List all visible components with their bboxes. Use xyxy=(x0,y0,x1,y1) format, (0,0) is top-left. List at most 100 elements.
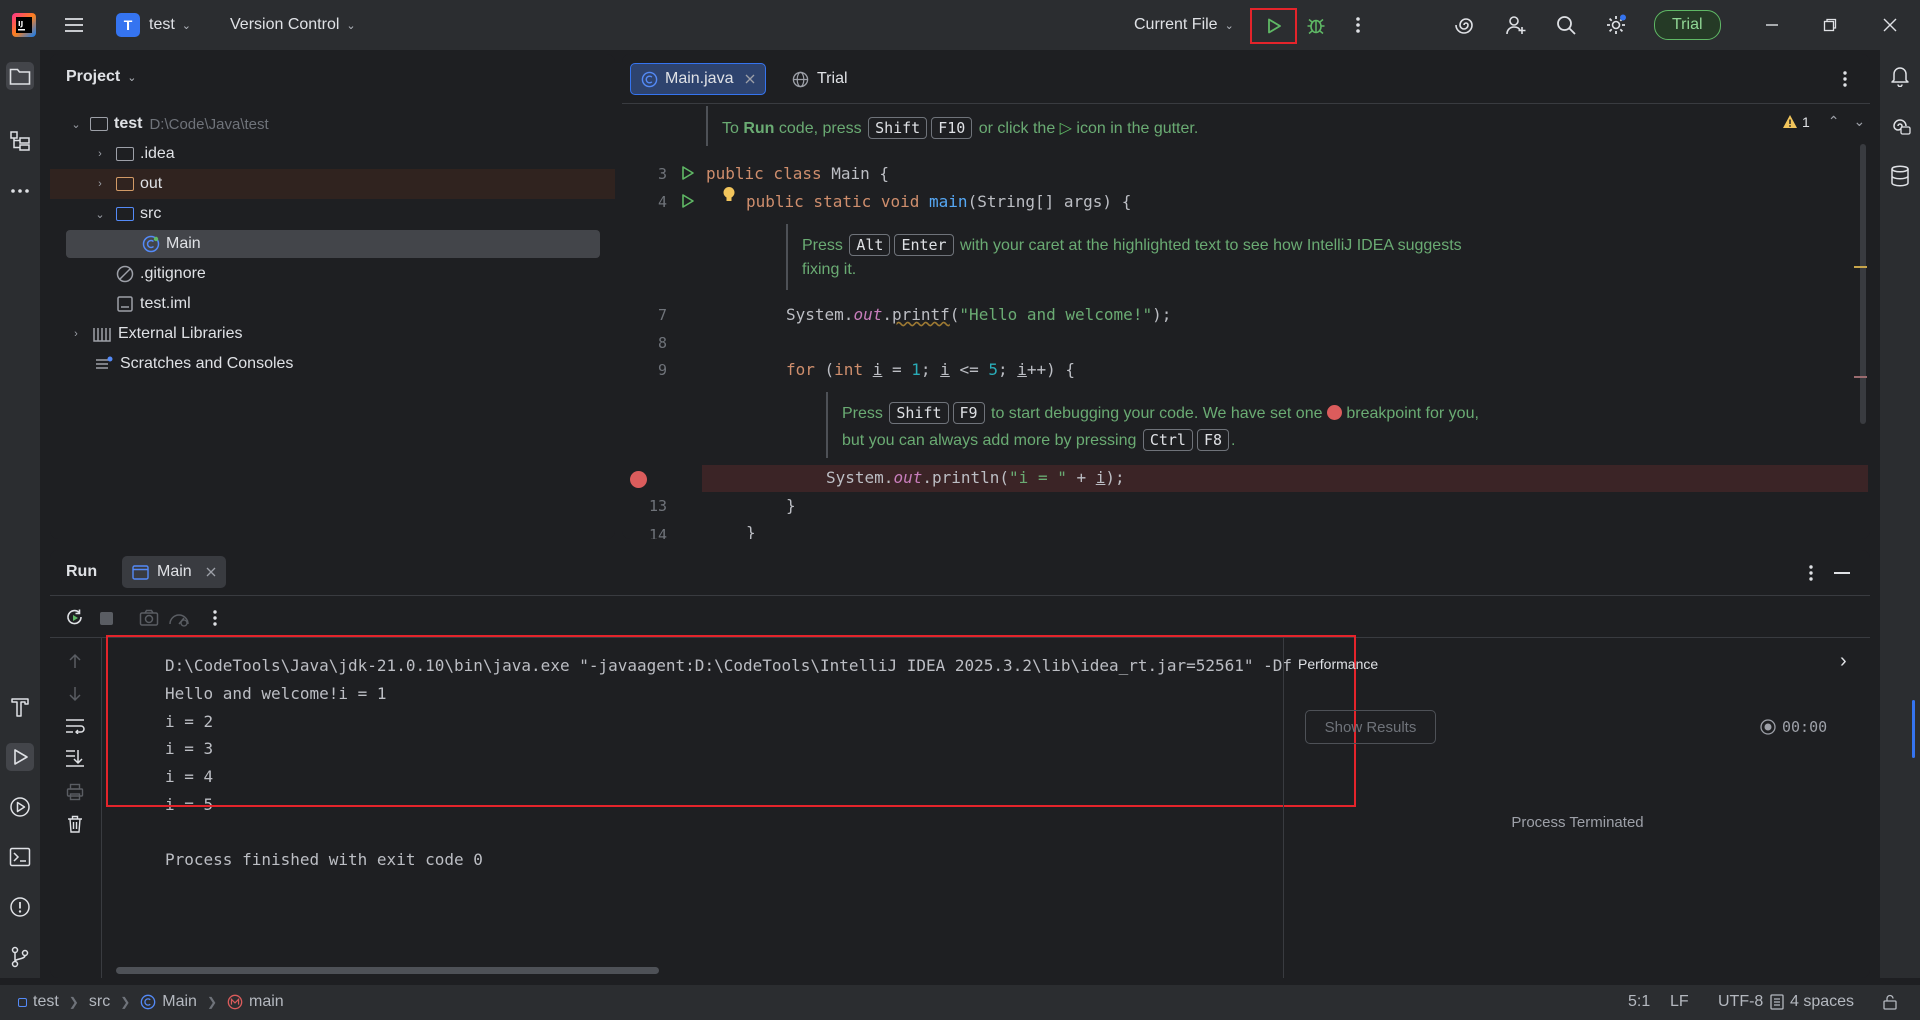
clear-console-button[interactable] xyxy=(64,813,86,835)
code-line[interactable]: for (int i = 1; i <= 5; i++) { xyxy=(786,360,1075,379)
debug-button[interactable] xyxy=(1302,7,1330,43)
show-results-button[interactable]: Show Results xyxy=(1305,710,1436,744)
project-tool-button[interactable] xyxy=(6,62,34,90)
stop-button[interactable] xyxy=(95,607,117,629)
run-toolbar-more[interactable] xyxy=(204,607,226,629)
code-line[interactable]: public static void main(String[] args) { xyxy=(746,192,1131,211)
chevron-right-icon[interactable]: › xyxy=(92,178,108,190)
run-button[interactable] xyxy=(1250,8,1297,44)
code-line[interactable]: } xyxy=(746,523,756,539)
scroll-to-end-button[interactable] xyxy=(64,747,86,769)
run-panel-options[interactable] xyxy=(1808,564,1814,582)
chevron-down-icon[interactable]: ⌄ xyxy=(92,208,108,221)
console-horizontal-scrollbar[interactable] xyxy=(116,967,659,974)
search-button[interactable] xyxy=(1552,7,1580,43)
profiler-button[interactable] xyxy=(168,607,190,629)
dump-threads-button[interactable] xyxy=(138,607,160,629)
hide-panel-button[interactable] xyxy=(1834,572,1850,574)
print-button[interactable] xyxy=(64,781,86,803)
window-scroll-indicator[interactable] xyxy=(1912,700,1915,758)
tree-item-main[interactable]: Main xyxy=(50,229,615,259)
problems-tool-button[interactable] xyxy=(6,893,34,921)
breakpoint-icon xyxy=(1326,405,1342,420)
more-tools-button[interactable] xyxy=(6,177,34,205)
file-encoding[interactable]: UTF-8 xyxy=(1718,993,1763,1011)
doc-text: or click the xyxy=(974,120,1060,137)
trial-button[interactable]: Trial xyxy=(1654,10,1721,40)
restore-button[interactable] xyxy=(1816,7,1844,43)
breakpoint-marker[interactable] xyxy=(1854,376,1867,378)
close-icon[interactable] xyxy=(745,74,755,84)
chevron-right-icon[interactable]: › xyxy=(92,148,108,160)
project-switcher[interactable]: T test ⌄ xyxy=(116,7,191,43)
more-actions-button[interactable] xyxy=(1344,7,1372,43)
tree-item-root[interactable]: ⌄ test D:\Code\Java\test xyxy=(50,109,615,139)
tree-item-test-iml[interactable]: test.iml xyxy=(50,289,615,319)
tree-item-src[interactable]: ⌄ src xyxy=(50,199,615,229)
close-button[interactable] xyxy=(1876,7,1904,43)
scroll-down-button[interactable] xyxy=(64,683,86,705)
scroll-up-button[interactable] xyxy=(64,650,86,672)
readonly-toggle[interactable] xyxy=(1882,994,1898,1010)
code-line[interactable]: System.out.println("i = " + i); xyxy=(826,468,1125,487)
tab-main-java[interactable]: Main.java xyxy=(630,63,767,95)
chevron-down-icon[interactable]: ⌄ xyxy=(68,118,84,131)
run-tool-button[interactable] xyxy=(6,743,34,771)
breadcrumb-item[interactable]: Main xyxy=(162,993,197,1011)
breakpoint-icon[interactable] xyxy=(630,471,647,488)
tree-item-gitignore[interactable]: .gitignore xyxy=(50,259,615,289)
lightbulb-icon[interactable] xyxy=(722,186,736,204)
ai-chat-icon xyxy=(1893,119,1911,135)
minimize-icon xyxy=(1766,24,1778,26)
services-tool-button[interactable] xyxy=(6,793,34,821)
ai-chat-button[interactable] xyxy=(1886,112,1914,140)
notifications-button[interactable] xyxy=(1886,62,1914,90)
restore-icon xyxy=(1823,18,1837,32)
project-view-selector[interactable]: Project ⌄ xyxy=(66,68,136,86)
previous-highlight-icon[interactable]: ⌃ xyxy=(1828,113,1840,130)
tree-item-scratches[interactable]: Scratches and Consoles xyxy=(50,349,615,379)
ai-assistant-button[interactable] xyxy=(1452,7,1480,43)
vcs-menu[interactable]: Version Control ⌄ xyxy=(230,7,356,43)
add-user-button[interactable] xyxy=(1502,7,1530,43)
caret-position[interactable]: 5:1 xyxy=(1628,993,1650,1011)
code-line[interactable]: } xyxy=(786,496,796,515)
build-tool-button[interactable] xyxy=(6,693,34,721)
structure-tool-button[interactable] xyxy=(6,127,34,155)
app-logo[interactable]: IJ xyxy=(12,13,36,37)
inspection-widget[interactable]: 1 ⌃ ⌄ xyxy=(1782,113,1865,130)
git-tool-button[interactable] xyxy=(6,943,34,971)
next-highlight-icon[interactable]: ⌄ xyxy=(1854,113,1866,130)
soft-wrap-button[interactable] xyxy=(64,715,86,737)
run-gutter-icon[interactable] xyxy=(680,193,696,209)
chevron-right-icon[interactable]: › xyxy=(68,328,84,340)
breadcrumb-item[interactable]: test xyxy=(33,993,59,1011)
tree-item-out[interactable]: › out xyxy=(50,169,615,199)
main-menu-button[interactable] xyxy=(60,7,88,43)
editor-tabs-menu[interactable] xyxy=(1842,70,1848,88)
editor-scrollbar[interactable] xyxy=(1860,144,1866,424)
tab-trial[interactable]: Trial xyxy=(782,63,858,95)
code-line[interactable]: System.out.printf("Hello and welcome!"); xyxy=(786,305,1171,324)
settings-button[interactable] xyxy=(1602,7,1630,43)
minimize-button[interactable] xyxy=(1758,7,1786,43)
line-ending[interactable]: LF xyxy=(1670,993,1689,1011)
trash-icon xyxy=(68,815,82,833)
tree-item-idea[interactable]: › .idea xyxy=(50,139,615,169)
chevron-right-icon[interactable]: › xyxy=(1840,650,1847,673)
console-line[interactable]: Process finished with exit code 0 xyxy=(165,850,483,869)
warning-marker[interactable] xyxy=(1854,266,1867,268)
indent-setting[interactable]: 4 spaces xyxy=(1770,993,1854,1011)
terminal-tool-button[interactable] xyxy=(6,843,34,871)
breadcrumb-item[interactable]: src xyxy=(89,993,110,1011)
database-button[interactable] xyxy=(1886,162,1914,190)
run-tab-main[interactable]: Main xyxy=(122,556,226,588)
close-icon[interactable] xyxy=(206,567,216,577)
run-gutter-icon[interactable] xyxy=(680,165,696,181)
breadcrumb-item[interactable]: main xyxy=(249,993,284,1011)
rerun-button[interactable] xyxy=(64,607,86,629)
code-line[interactable]: public class Main { xyxy=(706,164,889,183)
tree-item-external-libraries[interactable]: › External Libraries xyxy=(50,319,615,349)
performance-timer: 00:00 xyxy=(1760,718,1827,736)
run-config-selector[interactable]: Current File ⌄ xyxy=(1134,7,1234,43)
